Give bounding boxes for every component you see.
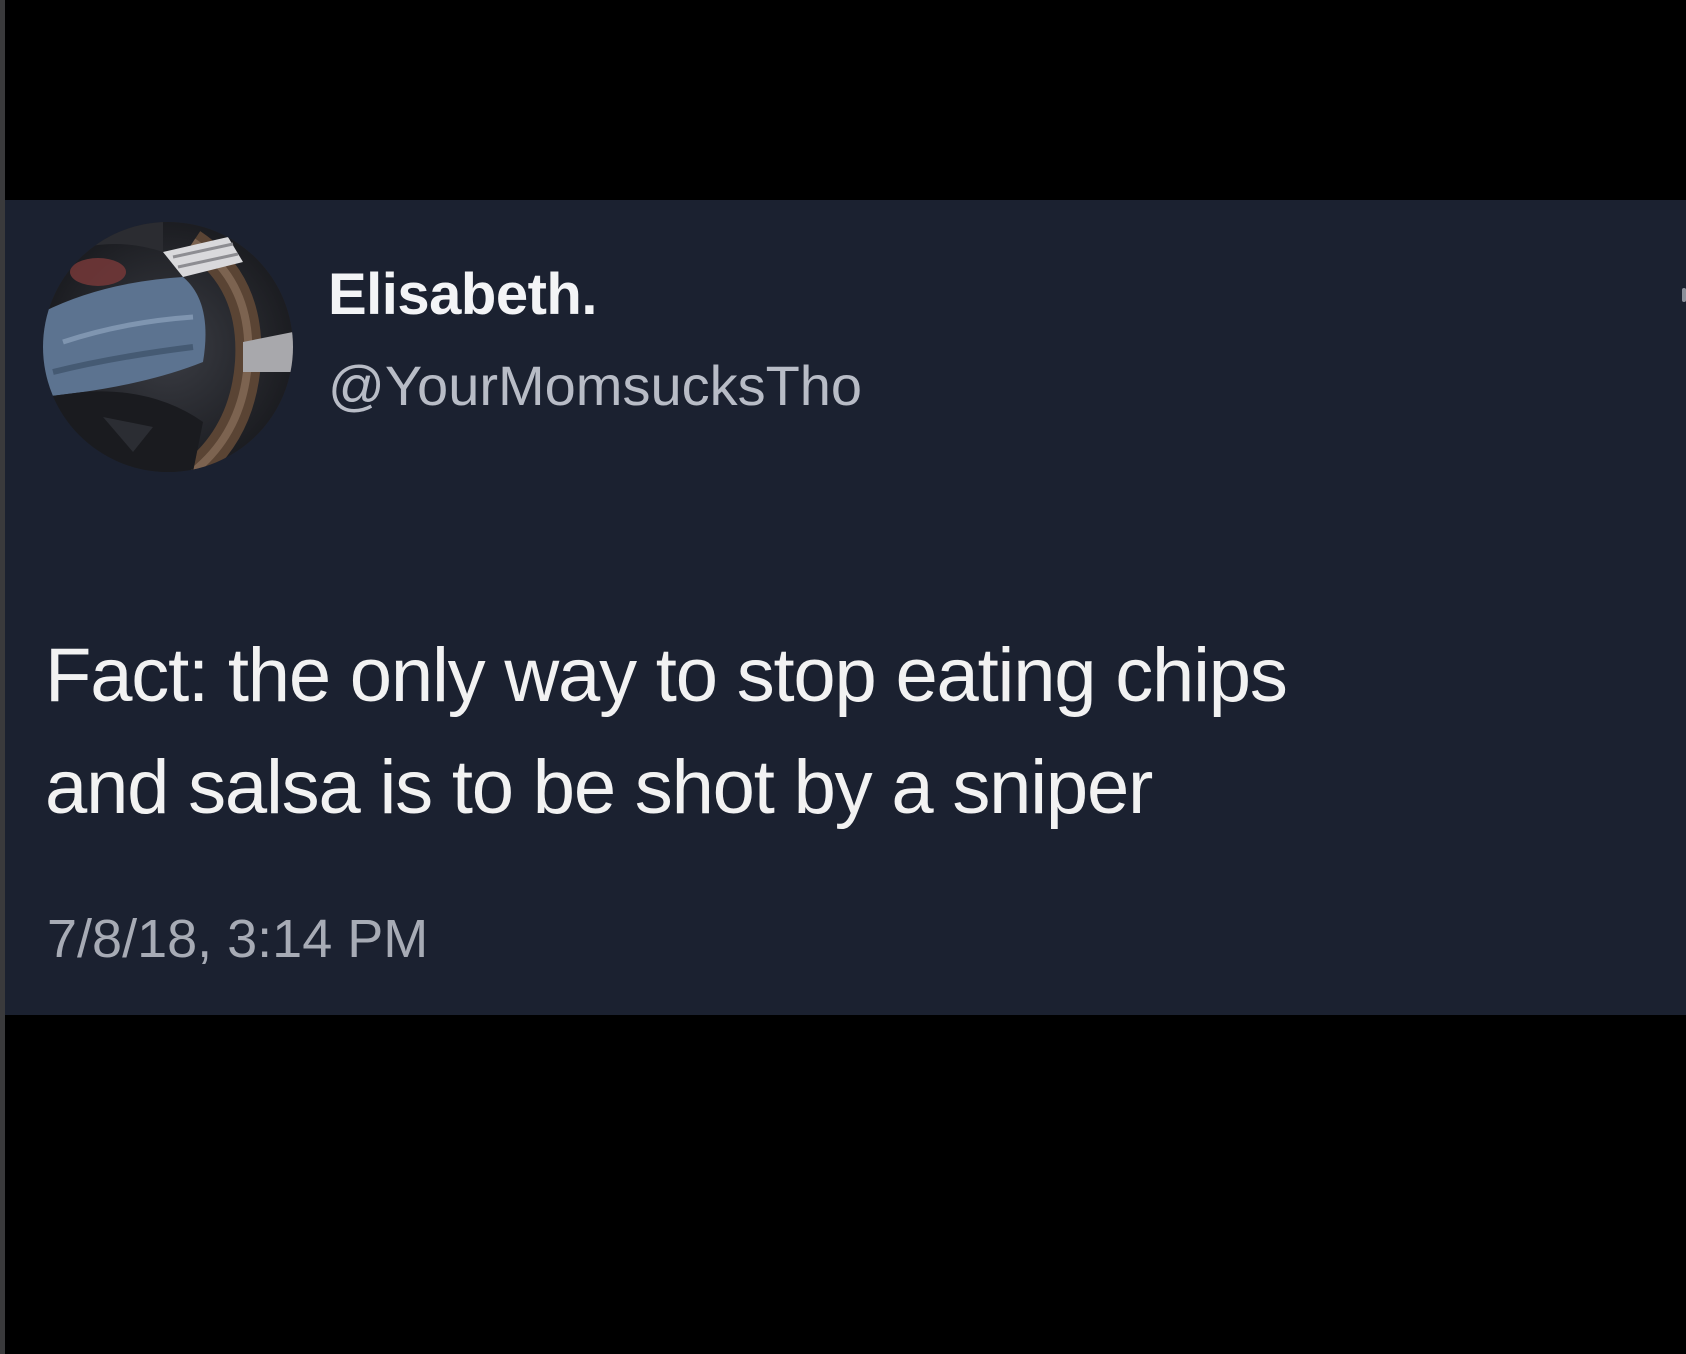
profile-photo-icon [43,222,293,472]
display-name[interactable]: Elisabeth. [328,266,597,324]
tweet-text: Fact: the only way to stop eating chips … [45,620,1675,844]
tweet-timestamp[interactable]: 7/8/18, 3:14 PM [47,912,428,966]
tweet-text-line: Fact: the only way to stop eating chips [45,633,1288,718]
avatar[interactable] [43,222,293,472]
tweet-card[interactable]: Elisabeth. @YourMomsucksTho Fact: the on… [5,200,1686,1015]
more-options-icon[interactable] [1682,288,1686,302]
user-handle[interactable]: @YourMomsucksTho [328,358,862,414]
tweet-text-line: and salsa is to be shot by a sniper [45,745,1153,830]
